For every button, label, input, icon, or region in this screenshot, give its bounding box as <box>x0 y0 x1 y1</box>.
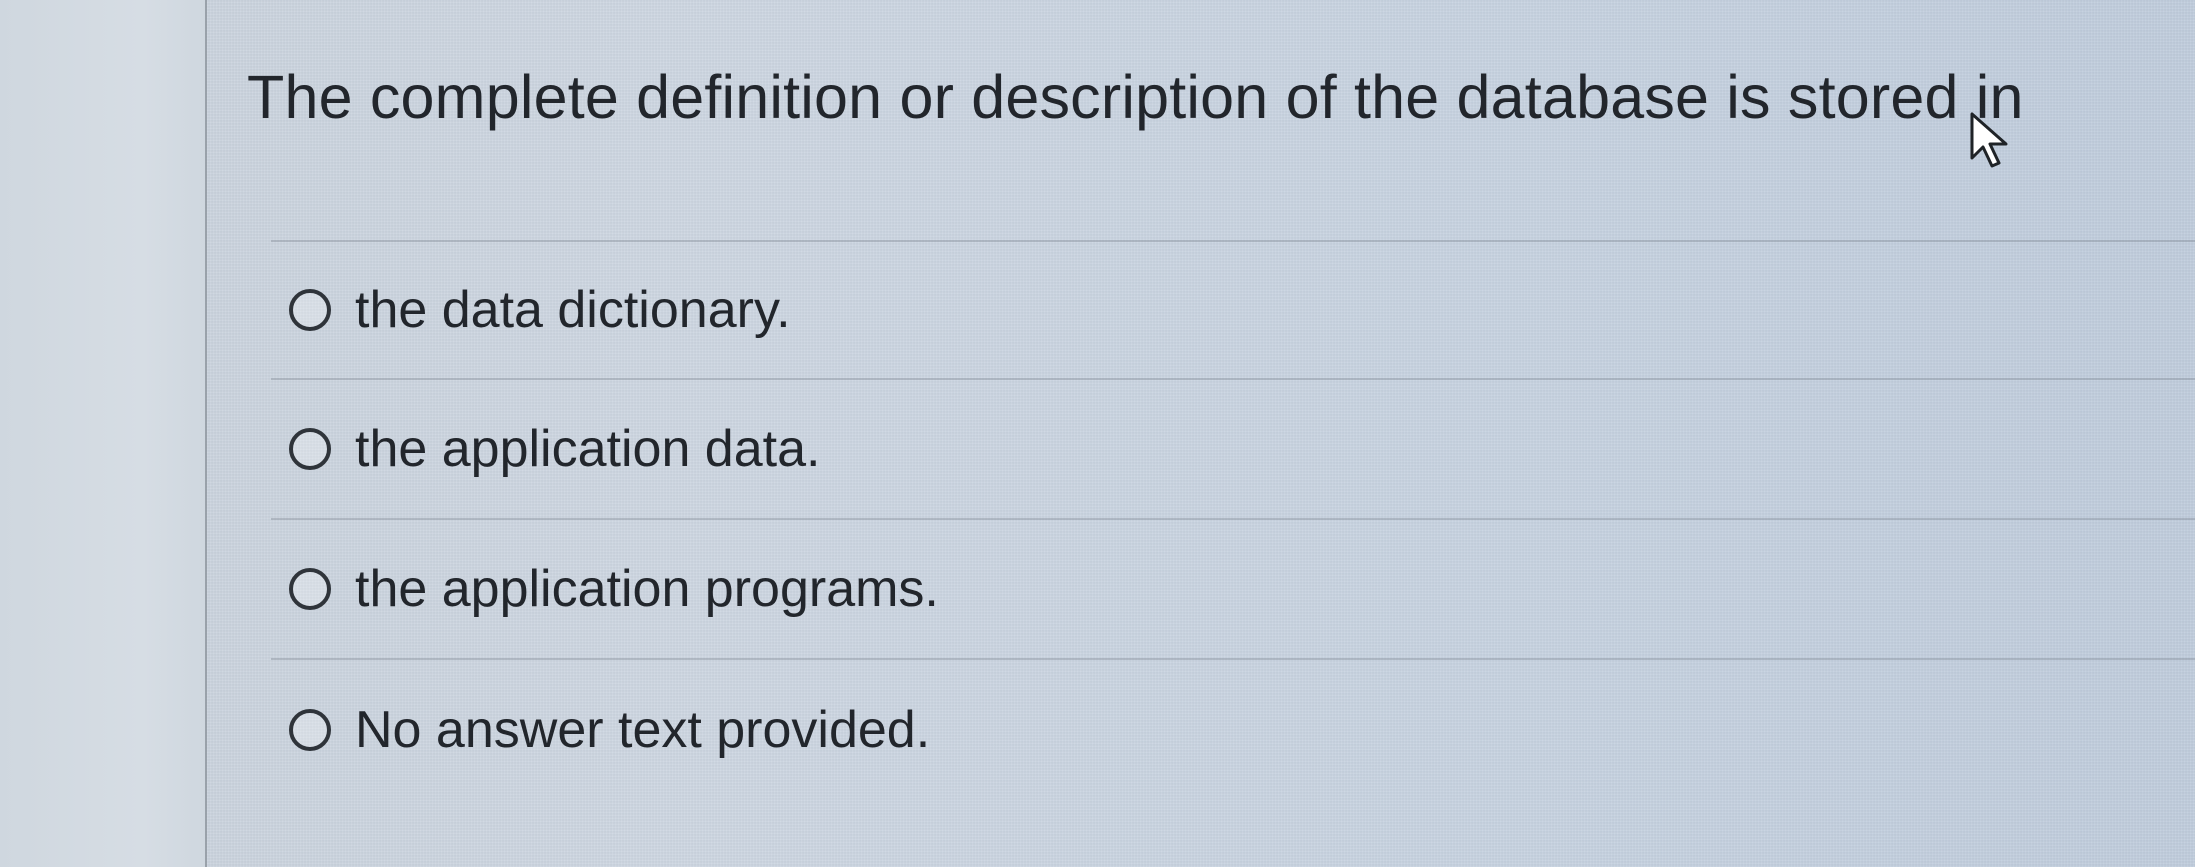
question-prompt: The complete definition or description o… <box>247 63 2024 131</box>
answer-option-1[interactable]: the data dictionary. <box>271 240 2195 380</box>
answer-option-2[interactable]: the application data. <box>271 380 2195 520</box>
radio-button-unselected-icon[interactable] <box>289 428 331 470</box>
answer-option-label: No answer text provided. <box>355 701 931 759</box>
answer-option-4[interactable]: No answer text provided. <box>271 660 2195 800</box>
radio-button-unselected-icon[interactable] <box>289 709 331 751</box>
radio-button-unselected-icon[interactable] <box>289 289 331 331</box>
mouse-pointer-icon <box>1970 112 2008 168</box>
question-panel: The complete definition or description o… <box>207 0 2195 867</box>
answer-option-label: the application programs. <box>355 560 939 618</box>
answer-option-label: the data dictionary. <box>355 281 791 339</box>
left-navigation-area <box>0 0 205 867</box>
answer-option-label: the application data. <box>355 420 821 478</box>
answer-option-3[interactable]: the application programs. <box>271 520 2195 660</box>
radio-button-unselected-icon[interactable] <box>289 568 331 610</box>
